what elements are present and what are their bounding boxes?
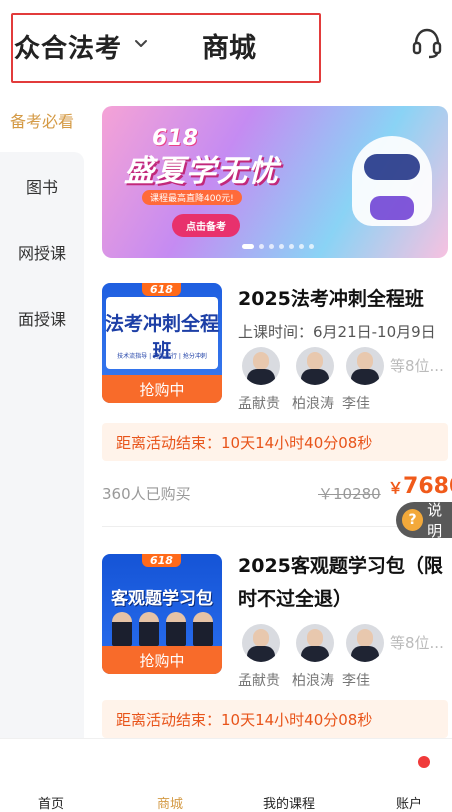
teacher-figure [111, 612, 132, 646]
price-value: 7680 [403, 474, 452, 499]
carousel-dot[interactable] [269, 244, 274, 249]
course-thumbnail[interactable]: 618 客观题学习包 抢购中 [102, 554, 222, 674]
teacher-name: 柏浪涛 [292, 396, 334, 412]
teacher-list: 孟献贵 柏浪涛 李佳 等8位... [238, 624, 450, 689]
carousel-dot[interactable] [279, 244, 284, 249]
carousel-dot[interactable] [242, 244, 254, 249]
sold-count: 360人已购买 [102, 485, 191, 503]
explain-button[interactable]: ? 说明 [396, 501, 452, 540]
teacher: 孟献贵 [238, 624, 284, 690]
course-title[interactable]: 2025客观题学习包（限时不过全退） [238, 550, 450, 616]
sidebar-item-books[interactable]: 图书 [0, 166, 84, 206]
course-thumbnail[interactable]: 618 法考冲刺全程班 技术流指导 | 轻装简行 | 抢分冲刺 抢购中 [102, 283, 222, 403]
teachers-more: 等8位... [390, 357, 444, 375]
teacher: 李佳 [342, 347, 388, 413]
sidebar-item-online-courses[interactable]: 网授课 [0, 232, 84, 272]
teacher: 柏浪涛 [292, 624, 338, 690]
sidebar-item-offline-courses[interactable]: 面授课 [0, 298, 84, 338]
thumbnail-teachers [108, 606, 216, 646]
thumbnail-status: 抢购中 [102, 375, 222, 403]
course-title[interactable]: 2025法考冲刺全程班 [238, 283, 450, 316]
nav-my-courses[interactable]: 我的课程 [263, 793, 315, 812]
teacher-name: 孟献贵 [238, 673, 280, 689]
page-title: 商城 [202, 33, 256, 64]
avatar [296, 347, 334, 385]
avatar [346, 347, 384, 385]
category-sidebar: 备考必看 图书 网授课 面授课 [0, 88, 84, 738]
explain-label: 说明 [427, 501, 443, 540]
teacher-name: 孟献贵 [238, 396, 280, 412]
top-header: 众合法考 商城 [0, 0, 452, 88]
course-card[interactable]: 618 客观题学习包 抢购中 2025客观题学习包（限时不过全退） 孟献贵 柏浪… [102, 554, 448, 744]
sale-price: ￥7680 [388, 474, 452, 499]
avatar [296, 624, 334, 662]
teacher: 柏浪涛 [292, 347, 338, 413]
teacher-figure [138, 612, 159, 646]
chevron-down-icon[interactable] [133, 36, 149, 52]
avatar [242, 347, 280, 385]
original-price: ￥10280 [318, 485, 381, 503]
mascot-illustration [352, 136, 432, 226]
promo-banner[interactable]: 618 盛夏学无忧 课程最高直降400元! 点击备考 [102, 106, 448, 258]
teacher-figure [192, 612, 213, 646]
carousel-dot[interactable] [289, 244, 294, 249]
nav-mall[interactable]: 商城 [157, 793, 183, 812]
sidebar-item-prep[interactable]: 备考必看 [0, 88, 84, 152]
teacher-list: 孟献贵 柏浪涛 李佳 等8位... [238, 347, 450, 412]
thumbnail-tags: 技术流指导 | 轻装简行 | 抢分冲刺 [117, 353, 207, 360]
carousel-dot[interactable] [259, 244, 264, 249]
carousel-dot[interactable] [309, 244, 314, 249]
banner-cta-button[interactable]: 点击备考 [172, 214, 240, 237]
avatar [242, 624, 280, 662]
nav-account[interactable]: 账户 [396, 793, 422, 812]
banner-subtitle: 课程最高直降400元! [142, 190, 242, 205]
countdown-timer: 距离活动结束：10天14小时40分08秒 [102, 700, 448, 738]
teacher-name: 李佳 [342, 396, 370, 412]
course-schedule: 上课时间：6月21日-10月9日 [238, 323, 436, 341]
countdown-timer: 距离活动结束：10天14小时40分08秒 [102, 423, 448, 461]
course-card[interactable]: 618 法考冲刺全程班 技术流指导 | 轻装简行 | 抢分冲刺 抢购中 2025… [102, 283, 452, 503]
banner-title: 盛夏学无忧 [124, 154, 279, 189]
sidebar-item-label: 备考必看 [9, 112, 74, 131]
teacher-figure [165, 612, 186, 646]
thumbnail-badge: 618 [142, 554, 181, 567]
currency-symbol: ￥ [388, 479, 404, 497]
avatar [346, 624, 384, 662]
carousel-indicator [242, 244, 314, 249]
nav-home[interactable]: 首页 [38, 793, 64, 812]
teacher: 孟献贵 [238, 347, 284, 413]
teacher: 李佳 [342, 624, 388, 690]
thumbnail-badge: 618 [142, 283, 181, 296]
teacher-name: 柏浪涛 [292, 673, 334, 689]
notification-dot [418, 756, 430, 768]
teachers-more: 等8位... [390, 634, 444, 652]
question-icon: ? [402, 509, 424, 531]
brand-switcher[interactable]: 众合法考 [14, 28, 122, 65]
teacher-name: 李佳 [342, 673, 370, 689]
sidebar-list: 图书 网授课 面授课 [0, 152, 84, 738]
bottom-nav: 首页 商城 我的课程 账户 [0, 738, 452, 812]
thumbnail-status: 抢购中 [102, 646, 222, 674]
carousel-dot[interactable] [299, 244, 304, 249]
headset-icon[interactable] [411, 26, 443, 60]
